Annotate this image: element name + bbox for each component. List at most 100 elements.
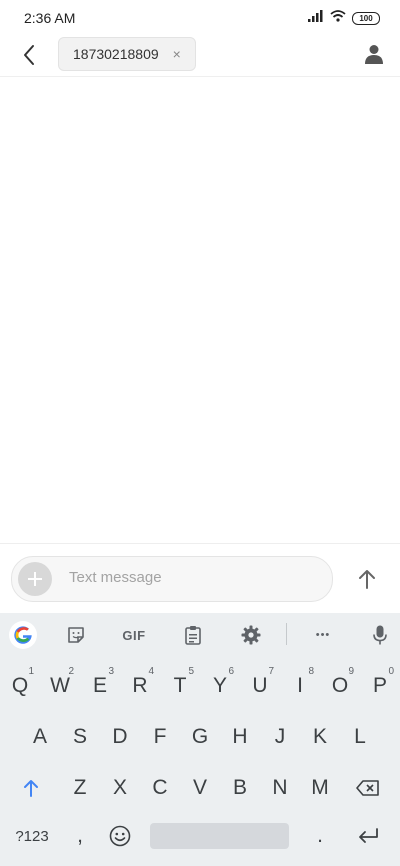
wifi-icon <box>330 9 346 27</box>
shift-key[interactable] <box>11 766 51 810</box>
key-row-bottom: ?123 , . <box>0 814 400 858</box>
space-key[interactable] <box>150 823 289 849</box>
gear-icon <box>241 625 261 645</box>
gif-button[interactable]: GIF <box>118 619 150 651</box>
key-label: W <box>50 674 70 697</box>
clipboard-icon <box>185 626 201 645</box>
key-label: R <box>132 674 148 697</box>
message-input[interactable] <box>67 568 321 587</box>
signal-icon <box>308 9 324 27</box>
key-k[interactable]: K <box>300 715 340 759</box>
remove-recipient-icon[interactable]: × <box>173 46 181 62</box>
key-hint-number: 4 <box>148 666 154 677</box>
backspace-icon <box>356 780 379 796</box>
key-a[interactable]: A <box>20 715 60 759</box>
key-n[interactable]: N <box>260 766 300 810</box>
key-d[interactable]: D <box>100 715 140 759</box>
status-bar: 2:36 AM 100 <box>0 0 400 36</box>
key-hint-number: 6 <box>228 666 234 677</box>
key-label: O <box>331 674 349 697</box>
key-hint-number: 3 <box>108 666 114 677</box>
key-hint-number: 0 <box>388 666 394 677</box>
key-q[interactable]: Q1 <box>0 664 40 708</box>
key-v[interactable]: V <box>180 766 220 810</box>
message-list[interactable] <box>0 77 400 543</box>
key-p[interactable]: P0 <box>360 664 400 708</box>
key-label: U <box>252 674 268 697</box>
settings-button[interactable] <box>235 619 267 651</box>
key-row-1: Q1W2E3R4T5Y6U7I8O9P0 <box>0 664 400 708</box>
shift-arrow-icon <box>24 780 38 797</box>
back-button[interactable] <box>16 40 42 70</box>
key-h[interactable]: H <box>220 715 260 759</box>
key-i[interactable]: I8 <box>280 664 320 708</box>
add-attachment-button[interactable] <box>18 562 52 596</box>
key-r[interactable]: R4 <box>120 664 160 708</box>
key-e[interactable]: E3 <box>80 664 120 708</box>
google-icon <box>9 621 37 649</box>
key-hint-number: 1 <box>28 666 34 677</box>
keyboard-toolbar: GIF ••• <box>0 613 400 657</box>
key-hint-number: 2 <box>68 666 74 677</box>
key-u[interactable]: U7 <box>240 664 280 708</box>
arrow-up-icon <box>359 570 375 589</box>
key-label: P <box>372 674 387 697</box>
period-key[interactable]: . <box>302 814 338 858</box>
sticker-button[interactable] <box>60 619 92 651</box>
key-row-2: ASDFGHJKL <box>0 715 400 759</box>
compose-box <box>11 556 333 602</box>
key-label: T <box>173 674 187 697</box>
key-hint-number: 8 <box>308 666 314 677</box>
plus-icon <box>28 572 42 586</box>
key-f[interactable]: F <box>140 715 180 759</box>
toolbar-divider <box>286 623 287 645</box>
clipboard-button[interactable] <box>177 619 209 651</box>
key-w[interactable]: W2 <box>40 664 80 708</box>
recipient-number: 18730218809 <box>73 46 159 62</box>
key-m[interactable]: M <box>300 766 340 810</box>
more-button[interactable]: ••• <box>307 619 339 651</box>
key-hint-number: 9 <box>348 666 354 677</box>
key-b[interactable]: B <box>220 766 260 810</box>
enter-icon <box>359 828 378 843</box>
backspace-key[interactable] <box>347 766 389 810</box>
key-l[interactable]: L <box>340 715 380 759</box>
key-x[interactable]: X <box>100 766 140 810</box>
send-button[interactable] <box>354 566 380 592</box>
gif-label: GIF <box>122 627 146 643</box>
status-time: 2:36 AM <box>24 10 76 26</box>
status-icons: 100 <box>308 9 380 27</box>
battery-icon: 100 <box>352 11 380 25</box>
sticker-icon <box>68 627 84 643</box>
recipient-chip[interactable]: 18730218809 × <box>58 37 196 71</box>
comma-key[interactable]: , <box>62 814 98 858</box>
key-g[interactable]: G <box>180 715 220 759</box>
key-o[interactable]: O9 <box>320 664 360 708</box>
contact-button[interactable] <box>362 40 386 68</box>
conversation-header: 18730218809 × <box>0 36 400 77</box>
key-s[interactable]: S <box>60 715 100 759</box>
key-y[interactable]: Y6 <box>200 664 240 708</box>
key-hint-number: 7 <box>268 666 274 677</box>
microphone-icon <box>373 625 387 645</box>
key-label: Y <box>212 674 227 697</box>
key-t[interactable]: T5 <box>160 664 200 708</box>
key-z[interactable]: Z <box>60 766 100 810</box>
key-label: Q <box>11 674 29 697</box>
voice-input-button[interactable] <box>364 619 396 651</box>
more-icon: ••• <box>315 629 331 641</box>
key-label: E <box>92 674 107 697</box>
person-icon <box>365 45 383 64</box>
key-label: I <box>297 674 303 697</box>
chevron-left-icon <box>24 45 34 65</box>
enter-key[interactable] <box>347 814 389 858</box>
emoji-key[interactable] <box>102 814 138 858</box>
key-hint-number: 5 <box>188 666 194 677</box>
key-j[interactable]: J <box>260 715 300 759</box>
google-search-button[interactable] <box>7 619 39 651</box>
keyboard: G I F ••• Q 1 W 2 E 3 R 4 T 5 Y 6 U 7 I 8 … <box>0 613 400 866</box>
key-c[interactable]: C <box>140 766 180 810</box>
emoji-icon <box>109 825 131 847</box>
key-row-3: ZXCVBNM <box>0 766 400 810</box>
symbols-key[interactable]: ?123 <box>8 814 56 858</box>
